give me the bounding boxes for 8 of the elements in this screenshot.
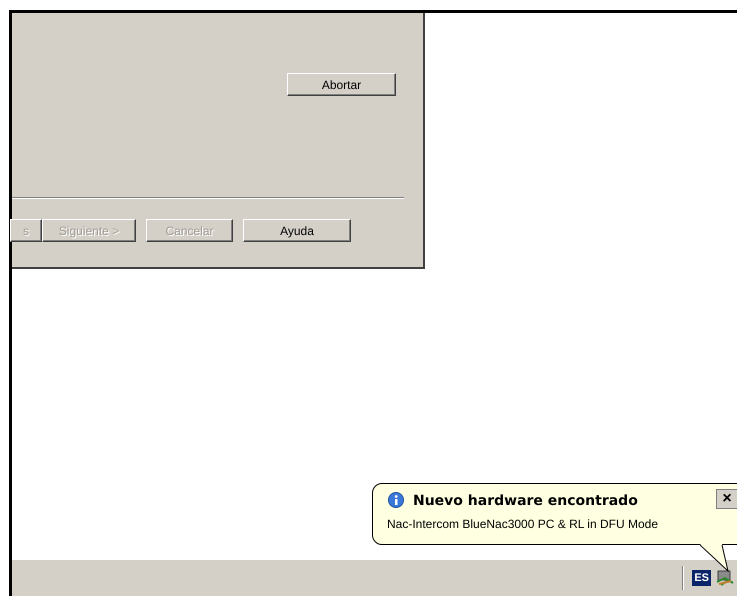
language-indicator[interactable]: ES (692, 570, 711, 586)
help-button[interactable]: Ayuda (243, 219, 351, 242)
info-icon (387, 492, 405, 510)
balloon-title: Nuevo hardware encontrado (413, 492, 638, 510)
close-button[interactable]: × (716, 489, 737, 509)
balloon-message: Nac-Intercom BlueNac3000 PC & RL in DFU Mode (387, 516, 659, 533)
network-icon[interactable] (715, 569, 735, 587)
abort-button[interactable]: Abortar (287, 73, 396, 96)
